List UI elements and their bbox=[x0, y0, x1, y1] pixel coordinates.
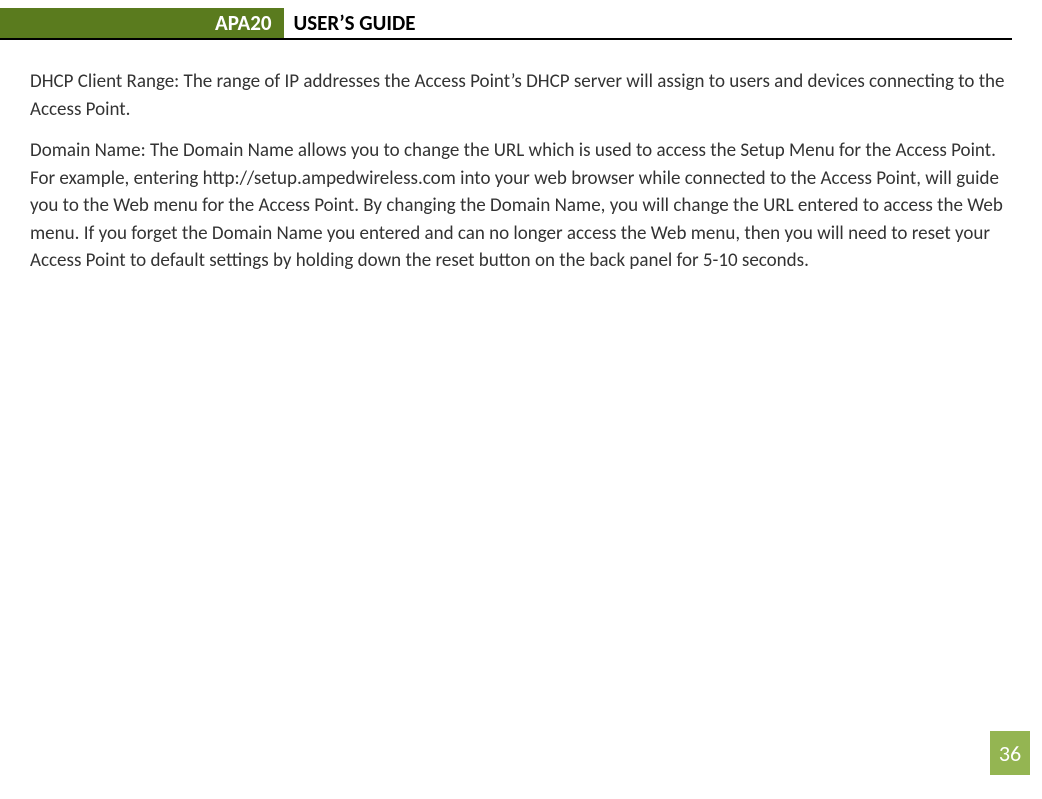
header-accent-bar bbox=[0, 8, 205, 38]
page-content: DHCP Client Range: The range of IP addre… bbox=[0, 40, 1042, 275]
page-number: 36 bbox=[990, 731, 1030, 775]
paragraph-domain-name: Domain Name: The Domain Name allows you … bbox=[30, 137, 1012, 275]
paragraph-dhcp-client-range: DHCP Client Range: The range of IP addre… bbox=[30, 68, 1012, 123]
document-title: USER’S GUIDE bbox=[284, 8, 1042, 38]
page-header: APA20 USER’S GUIDE bbox=[0, 8, 1042, 38]
product-badge: APA20 bbox=[205, 8, 284, 38]
